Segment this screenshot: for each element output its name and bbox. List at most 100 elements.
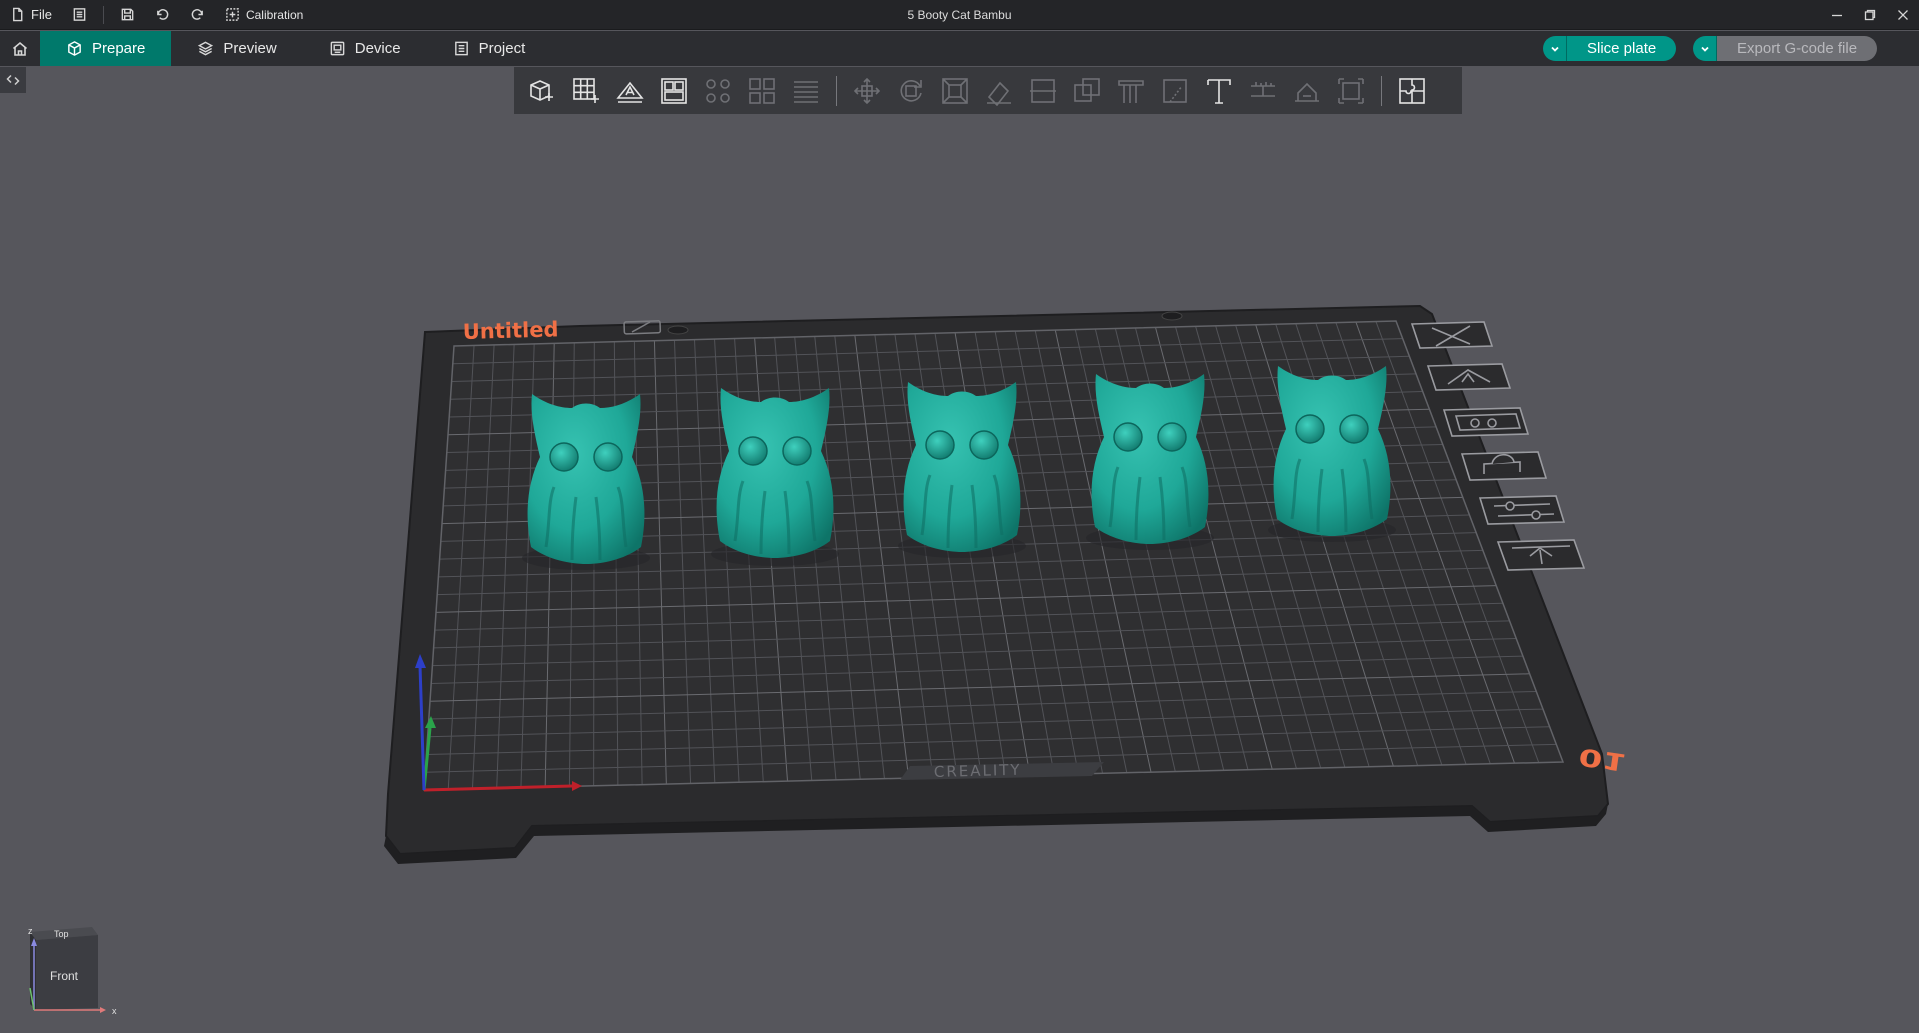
slice-plate-button[interactable]: Slice plate bbox=[1567, 36, 1677, 61]
seam-painting-button[interactable] bbox=[1153, 71, 1197, 111]
split-parts-icon bbox=[749, 77, 775, 104]
model-cat-3[interactable] bbox=[902, 380, 1022, 554]
move-button[interactable] bbox=[845, 71, 889, 111]
text-icon bbox=[1207, 78, 1231, 104]
tab-project[interactable]: Project bbox=[427, 31, 552, 66]
cube-icon bbox=[68, 41, 81, 56]
tab-preview-label: Preview bbox=[223, 40, 277, 57]
layers-editing-button[interactable] bbox=[784, 71, 828, 111]
toolbar-divider bbox=[1381, 75, 1382, 106]
sidebar-toggle-button[interactable] bbox=[0, 67, 26, 93]
scale-icon bbox=[942, 77, 968, 104]
split-objects-icon bbox=[706, 78, 730, 103]
save-button[interactable] bbox=[110, 0, 145, 30]
move-icon bbox=[853, 77, 881, 104]
export-dropdown-button[interactable] bbox=[1693, 36, 1717, 61]
toolbar-divider bbox=[836, 75, 837, 106]
titlebar-divider bbox=[102, 5, 104, 24]
plugins-button[interactable] bbox=[1390, 71, 1434, 111]
orient-plate-icon[interactable] bbox=[1426, 363, 1512, 391]
project-icon bbox=[454, 41, 468, 56]
slice-plate-group: Slice plate bbox=[1543, 36, 1677, 61]
cut-icon bbox=[1030, 78, 1056, 103]
close-button[interactable] bbox=[1886, 0, 1919, 30]
view-cube-top-label[interactable]: Top bbox=[54, 929, 69, 939]
model-cat-1[interactable] bbox=[526, 392, 646, 566]
assembly-view-button[interactable] bbox=[1285, 71, 1329, 111]
tab-preview[interactable]: Preview bbox=[171, 31, 302, 66]
redo-button[interactable] bbox=[180, 0, 215, 30]
support-painting-button[interactable] bbox=[1109, 71, 1153, 111]
measure-button[interactable] bbox=[1241, 71, 1285, 111]
puzzle-icon bbox=[1399, 77, 1425, 104]
plate-number-label: 01 bbox=[1577, 743, 1628, 777]
view-cube[interactable]: Top Front x z bbox=[20, 918, 130, 1018]
main-menu-button[interactable] bbox=[62, 0, 97, 30]
plate-name-label[interactable]: Untitled bbox=[462, 317, 558, 344]
close-icon bbox=[1897, 10, 1908, 20]
tab-project-label: Project bbox=[478, 40, 526, 57]
model-cat-2[interactable] bbox=[715, 386, 835, 560]
3d-viewport[interactable]: Untitled CREALITY 01 bbox=[0, 114, 1919, 1033]
add-plate-button[interactable] bbox=[564, 71, 608, 111]
undo-icon bbox=[157, 9, 169, 20]
restore-button[interactable] bbox=[1853, 0, 1886, 30]
calibration-icon bbox=[226, 8, 239, 21]
window-controls bbox=[1820, 0, 1919, 30]
undo-button[interactable] bbox=[145, 0, 180, 30]
split-parts-button[interactable] bbox=[740, 71, 784, 111]
mesh-boolean-button[interactable] bbox=[1065, 71, 1109, 111]
file-icon bbox=[13, 7, 23, 22]
layers-icon bbox=[198, 41, 214, 56]
tab-device[interactable]: Device bbox=[303, 31, 427, 66]
redo-icon bbox=[191, 9, 203, 20]
device-icon bbox=[330, 41, 345, 56]
view-cube-graphic: Top Front x z bbox=[28, 926, 117, 1016]
calibration-menu-button[interactable]: Calibration bbox=[215, 0, 313, 30]
orient-icon bbox=[616, 81, 644, 103]
scale-button[interactable] bbox=[933, 71, 977, 111]
arrange-icon bbox=[661, 77, 687, 104]
save-icon bbox=[121, 8, 134, 21]
x-axis-label: x bbox=[112, 1006, 117, 1016]
cut-button[interactable] bbox=[1021, 71, 1065, 111]
add-cube-icon bbox=[530, 79, 553, 101]
tab-prepare[interactable]: Prepare bbox=[40, 31, 172, 66]
printer-brand-label: CREALITY bbox=[934, 761, 1022, 781]
fit-selection-button[interactable] bbox=[1329, 71, 1373, 111]
model-cat-4[interactable] bbox=[1090, 372, 1210, 546]
chevron-down-icon bbox=[1550, 46, 1559, 52]
lay-on-face-button[interactable] bbox=[977, 71, 1021, 111]
delete-plate-icon[interactable] bbox=[1410, 321, 1494, 349]
home-icon bbox=[12, 41, 28, 56]
variable-layer-icon bbox=[794, 80, 818, 103]
split-objects-button[interactable] bbox=[696, 71, 740, 111]
restore-icon bbox=[1864, 9, 1875, 21]
rotate-button[interactable] bbox=[889, 71, 933, 111]
view-cube-front-label[interactable]: Front bbox=[50, 969, 79, 983]
assembly-icon bbox=[1295, 82, 1319, 102]
slice-dropdown-button[interactable] bbox=[1543, 36, 1567, 61]
main-toolbar bbox=[514, 67, 1462, 114]
minimize-button[interactable] bbox=[1820, 0, 1853, 30]
file-menu-button[interactable]: File bbox=[0, 0, 62, 30]
export-gcode-button[interactable]: Export G-code file bbox=[1717, 36, 1878, 61]
rotate-icon bbox=[900, 79, 922, 102]
lay-on-face-icon bbox=[987, 81, 1011, 106]
build-plate-scene: Untitled CREALITY 01 bbox=[384, 304, 1628, 864]
model-cat-5[interactable] bbox=[1272, 364, 1392, 538]
arrange-button[interactable] bbox=[652, 71, 696, 111]
tab-prepare-label: Prepare bbox=[92, 40, 146, 57]
arrange-plate-icon[interactable] bbox=[1442, 407, 1530, 437]
calibration-label: Calibration bbox=[245, 7, 304, 22]
fit-icon bbox=[1338, 77, 1364, 104]
auto-orient-button[interactable] bbox=[608, 71, 652, 111]
support-paint-icon bbox=[1118, 79, 1144, 103]
lock-plate-icon[interactable] bbox=[1460, 451, 1548, 481]
text-tool-button[interactable] bbox=[1197, 71, 1241, 111]
z-axis-label: z bbox=[28, 926, 33, 936]
plate-settings-icon[interactable] bbox=[1478, 495, 1566, 525]
add-object-button[interactable] bbox=[520, 71, 564, 111]
move-plate-up-icon[interactable] bbox=[1496, 539, 1586, 571]
home-button[interactable] bbox=[0, 31, 40, 66]
